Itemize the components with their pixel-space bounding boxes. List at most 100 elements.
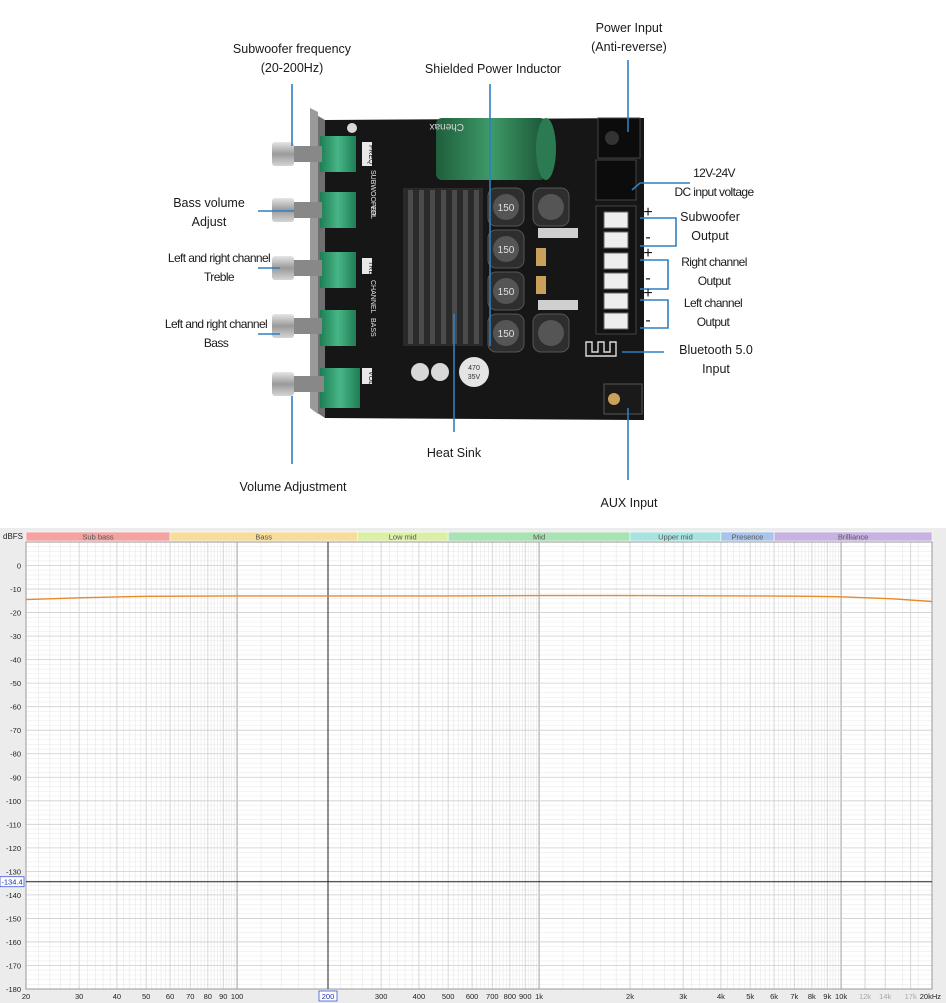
x-tick-label: 40 — [113, 992, 121, 1001]
inductor-label: 150 — [498, 287, 515, 298]
x-tick-label: 70 — [186, 992, 194, 1001]
y-tick-label: -50 — [10, 679, 21, 688]
sign-plus: + — [643, 204, 652, 221]
x-tick-label: 30 — [75, 992, 83, 1001]
label-line: Left channel — [683, 296, 743, 310]
inductor-label: 150 — [498, 203, 515, 214]
label-line: Heat Sink — [426, 446, 482, 460]
x-tick-label: 9k — [823, 992, 831, 1001]
x-tick-label: 500 — [442, 992, 455, 1001]
cursor-y-value: -134.4 — [1, 878, 22, 887]
label-heat-sink: Heat Sink — [427, 444, 481, 463]
label-line: DC input voltage — [674, 185, 754, 199]
x-tick-label: 10k — [835, 992, 847, 1001]
silk-tre: TRE — [367, 261, 374, 275]
y-tick-label: -160 — [6, 938, 21, 947]
label-line: Power Input — [595, 21, 663, 35]
label-lr-treble: Left and right channel Treble — [167, 249, 271, 287]
band-label: Brilliance — [838, 533, 868, 542]
silk-freq: FREQ — [367, 145, 374, 165]
band-label: Bass — [255, 533, 272, 542]
label-right-output: Right channel Output — [681, 253, 747, 291]
chart-svg: Sub bass Bass Low mid Mid Upper mid Presence B… — [0, 528, 946, 1003]
y-tick-label: -140 — [6, 891, 21, 900]
label-volume-adjustment: Volume Adjustment — [239, 478, 346, 497]
y-tick-label: -80 — [10, 750, 21, 759]
x-tick-label: 12k — [859, 992, 871, 1001]
x-tick-label: 1k — [535, 992, 543, 1001]
heat-sink — [403, 188, 483, 346]
board-diagram: Chenax 150 150 150 150 470 35V FREQ SUBW… — [0, 0, 946, 528]
label-lr-bass: Left and right channel Bass — [165, 315, 268, 353]
label-subwoofer-frequency: Subwoofer frequency (20-200Hz) — [233, 40, 351, 78]
cursor-x-value: 200 — [322, 992, 335, 1001]
label-line: Input — [702, 362, 730, 376]
band-label: Presence — [732, 533, 764, 542]
label-dc-input: 12V-24V DC input voltage — [674, 164, 754, 202]
x-tick-label: 80 — [204, 992, 212, 1001]
silk-vol2: VOL — [367, 371, 374, 385]
label-subwoofer-output: Subwoofer Output — [680, 208, 740, 246]
x-tick-label: 7k — [790, 992, 798, 1001]
x-tick-label: 3k — [679, 992, 687, 1001]
x-tick-label: 100 — [231, 992, 244, 1001]
x-tick-label: 14k — [879, 992, 891, 1001]
label-line: (Anti-reverse) — [591, 40, 667, 54]
label-bass-volume: Bass volume Adjust — [173, 194, 245, 232]
label-aux-input: AUX Input — [601, 494, 658, 513]
sign-minus: - — [645, 312, 650, 329]
sign-plus: + — [643, 285, 652, 302]
x-tick-label: 900 — [519, 992, 532, 1001]
x-tick-label: 90 — [219, 992, 227, 1001]
x-tick-label: 4k — [717, 992, 725, 1001]
label-line: Shielded Power Inductor — [424, 62, 562, 76]
y-tick-label: -10 — [10, 585, 21, 594]
label-line: Bass — [203, 336, 229, 350]
y-axis-title: dBFS — [3, 532, 23, 541]
label-line: Left and right channel — [167, 251, 271, 265]
label-line: Bluetooth 5.0 — [679, 343, 753, 357]
cap-label: 35V — [468, 374, 481, 381]
label-line: Output — [691, 229, 729, 243]
y-tick-label: -90 — [10, 773, 21, 782]
cap-label: 470 — [468, 365, 480, 372]
x-tick-label: 800 — [504, 992, 517, 1001]
frequency-chart: Sub bass Bass Low mid Mid Upper mid Presence B… — [0, 528, 946, 1003]
y-tick-label: -180 — [6, 985, 21, 994]
label-line: Volume Adjustment — [239, 480, 347, 494]
band-label: Mid — [533, 533, 545, 542]
y-tick-label: 0 — [17, 562, 21, 571]
label-line: Treble — [204, 270, 235, 284]
x-tick-label: 8k — [808, 992, 816, 1001]
x-tick-label: 17k — [905, 992, 917, 1001]
label-line: Subwoofer — [680, 210, 740, 224]
x-tick-label: 50 — [142, 992, 150, 1001]
label-shielded-power-inductor: Shielded Power Inductor — [425, 60, 561, 79]
label-line: AUX Input — [600, 496, 658, 510]
x-tick-label: 400 — [413, 992, 426, 1001]
svg-text:Chenax: Chenax — [430, 121, 464, 132]
sign-plus: + — [643, 245, 652, 262]
y-tick-label: -150 — [6, 914, 21, 923]
y-tick-label: -100 — [6, 797, 21, 806]
label-line: 12V-24V — [693, 166, 735, 180]
silk-vol: VOL — [369, 205, 376, 219]
y-tick-label: -40 — [10, 656, 21, 665]
band-label: Sub bass — [82, 533, 114, 542]
label-power-input: Power Input (Anti-reverse) — [591, 19, 667, 57]
silk-channel: CHANNEL — [369, 280, 376, 314]
y-tick-label: -20 — [10, 609, 21, 618]
x-tick-label: 20kHz — [920, 992, 942, 1001]
y-tick-label: -130 — [6, 867, 21, 876]
aux-jack — [603, 383, 643, 415]
x-tick-label: 700 — [486, 992, 499, 1001]
x-tick-label: 5k — [746, 992, 754, 1001]
label-bluetooth: Bluetooth 5.0 Input — [679, 341, 753, 379]
terminal-signs: + - + - + - — [643, 204, 652, 329]
x-tick-label: 300 — [375, 992, 388, 1001]
x-tick-label: 60 — [166, 992, 174, 1001]
y-tick-label: -30 — [10, 632, 21, 641]
label-left-output: Left channel Output — [683, 294, 743, 332]
label-line: Output — [696, 315, 730, 329]
plot-area — [26, 542, 932, 989]
